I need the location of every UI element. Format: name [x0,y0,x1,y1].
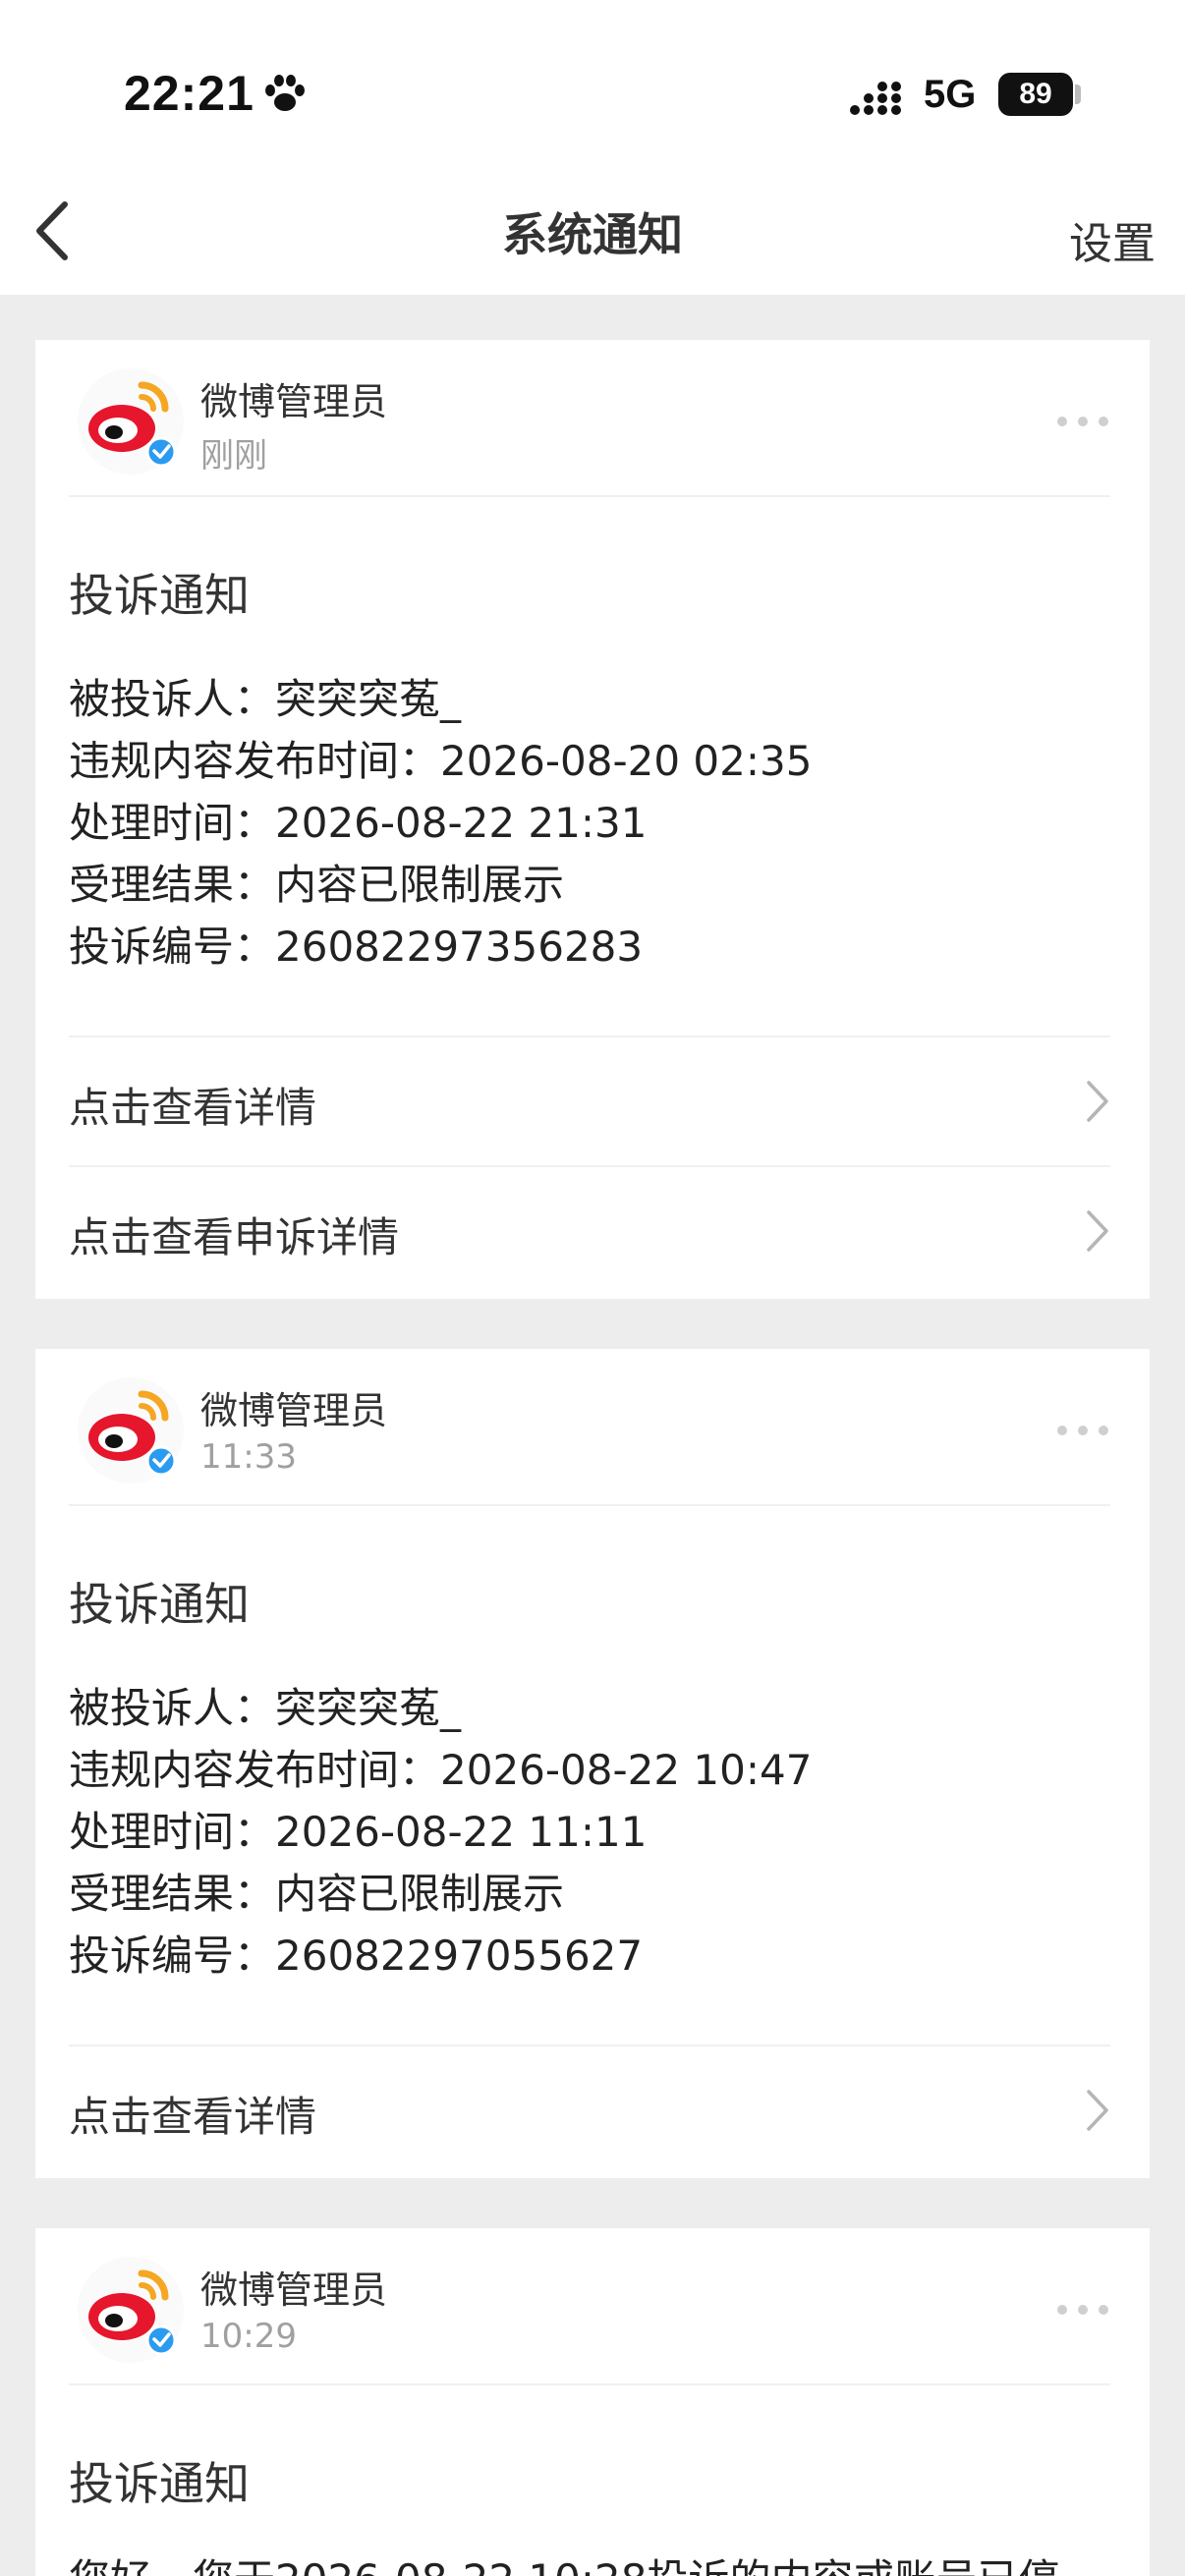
chevron-right-icon [1087,2090,1108,2131]
notification-title: 投诉通知 [69,2457,250,2510]
view-appeal-details-link[interactable]: 点击查看申诉详情 [69,1167,1116,1295]
view-details-link[interactable]: 点击查看详情 [69,1037,1116,1165]
more-icon[interactable] [1055,2303,1110,2317]
notification-card: 微博管理员 11:33 投诉通知 被投诉人：突突突菟_ 违规内容发布时间：202… [35,1349,1150,2178]
notification-title: 投诉通知 [69,1578,250,1631]
message-time: 10:29 [200,2317,297,2356]
body-line: 您好，您于2026-08-22 10:28投诉的内容或账号已停 [69,2548,1059,2576]
view-details-link[interactable]: 点击查看详情 [69,2046,1116,2174]
chevron-right-icon [1087,1210,1108,1252]
divider [69,1504,1110,1506]
link-label: 点击查看详情 [69,2093,317,2141]
message-time: 11:33 [200,1437,297,1477]
more-icon[interactable] [1055,1424,1110,1437]
body-line: 处理时间：2026-08-22 11:11 [69,1808,648,1856]
signal-icon [850,82,901,115]
message-time: 刚刚 [200,436,267,476]
notification-card: 微博管理员 10:29 投诉通知 您好，您于2026-08-22 10:28投诉… [35,2228,1150,2576]
body-line: 被投诉人：突突突菟_ [69,675,462,723]
paw-icon [265,75,305,111]
battery-cap [1075,84,1081,104]
chevron-right-icon [1087,1081,1108,1122]
body-line: 投诉编号：26082297356283 [69,923,644,971]
divider [69,2383,1110,2385]
sender-name[interactable]: 微博管理员 [200,1380,387,1434]
weibo-logo-avatar[interactable] [77,367,185,476]
page-title: 系统通知 [502,208,683,261]
body-line: 违规内容发布时间：2026-08-20 02:35 [69,737,813,785]
body-line: 处理时间：2026-08-22 21:31 [69,799,648,847]
body-line: 违规内容发布时间：2026-08-22 10:47 [69,1746,813,1794]
battery-icon: 89 [998,73,1073,116]
body-line: 受理结果：内容已限制展示 [69,861,565,909]
sender-name[interactable]: 微博管理员 [200,371,387,425]
link-label: 点击查看申诉详情 [69,1213,400,1261]
notification-card: 微博管理员 刚刚 投诉通知 被投诉人：突突突菟_ 违规内容发布时间：2026-0… [35,340,1150,1299]
weibo-logo-avatar[interactable] [77,2256,185,2364]
link-label: 点击查看详情 [69,1084,317,1132]
notification-title: 投诉通知 [69,569,250,622]
notification-body: 被投诉人：突突突菟_ 违规内容发布时间：2026-08-22 10:47 处理时… [69,1677,812,1987]
notification-body: 被投诉人：突突突菟_ 违规内容发布时间：2026-08-20 02:35 处理时… [69,668,812,978]
divider [69,495,1110,497]
sender-name[interactable]: 微博管理员 [200,2260,387,2314]
network-type: 5G [924,73,977,116]
settings-button[interactable]: 设置 [1069,208,1156,271]
body-line: 受理结果：内容已限制展示 [69,1870,565,1918]
weibo-logo-avatar[interactable] [77,1376,185,1484]
body-line: 被投诉人：突突突菟_ [69,1684,462,1732]
status-time: 22:21 [124,66,254,121]
notification-body: 您好，您于2026-08-22 10:28投诉的内容或账号已停 [69,2548,1059,2576]
body-line: 投诉编号：26082297055627 [69,1932,644,1980]
more-icon[interactable] [1055,415,1110,428]
